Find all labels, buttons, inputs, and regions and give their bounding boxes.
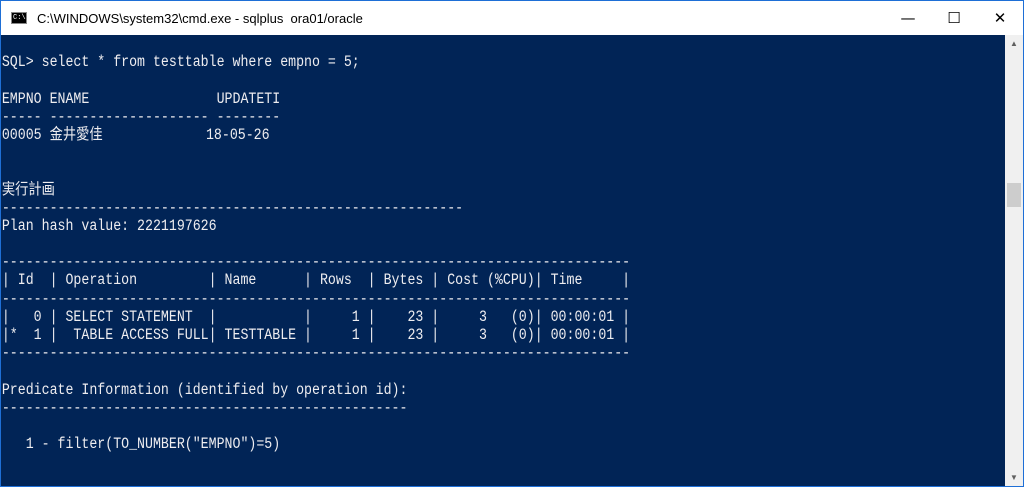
console-line: ----------------------------------------… <box>1 289 631 308</box>
scroll-thumb[interactable] <box>1007 183 1021 207</box>
minimize-button[interactable]: — <box>885 1 931 35</box>
window-controls: — ☐ ✕ <box>885 1 1023 35</box>
console-line: Plan hash value: 2221197626 <box>1 216 217 235</box>
vertical-scrollbar[interactable]: ▲ ▼ <box>1005 35 1023 486</box>
console-line: 00005 金井愛佳 18-05-26 <box>1 125 270 144</box>
maximize-button[interactable]: ☐ <box>931 1 977 35</box>
console-line: ----------------------------------------… <box>1 198 464 217</box>
console-line: |* 1 | TABLE ACCESS FULL| TESTTABLE | 1 … <box>1 326 631 344</box>
close-button[interactable]: ✕ <box>977 1 1023 35</box>
console-output[interactable]: SQL> select * from testtable where empno… <box>1 35 1005 486</box>
title-bar[interactable]: C:\ C:\WINDOWS\system32\cmd.exe - sqlplu… <box>1 1 1023 35</box>
console-text: SQL> select * from testtable where empno… <box>1 35 859 472</box>
console-line: Predicate Information (identified by ope… <box>1 380 408 399</box>
console-line: | 0 | SELECT STATEMENT | | 1 | 23 | 3 (0… <box>1 307 631 326</box>
cmd-window: C:\ C:\WINDOWS\system32\cmd.exe - sqlplu… <box>0 0 1024 487</box>
window-title: C:\WINDOWS\system32\cmd.exe - sqlplus or… <box>37 10 363 26</box>
console-line: 1 - filter(TO_NUMBER("EMPNO")=5) <box>1 435 281 454</box>
cmd-app-icon[interactable]: C:\ <box>11 12 27 24</box>
console-line: | Id | Operation | Name | Rows | Bytes |… <box>1 271 631 290</box>
console-line: EMPNO ENAME UPDATETI <box>1 89 281 108</box>
console-line: 実行計画 <box>1 180 55 199</box>
scroll-down-arrow-icon[interactable]: ▼ <box>1005 469 1023 486</box>
cmd-icon-text: C:\ <box>13 14 26 22</box>
console-line: ----------------------------------------… <box>1 253 631 272</box>
console-line: SQL> select * from testtable where empno… <box>1 53 360 72</box>
console-line: ----------------------------------------… <box>1 344 631 363</box>
console-line: ----------------------------------------… <box>1 398 408 417</box>
console-line: ----- -------------------- -------- <box>1 107 281 126</box>
scroll-up-arrow-icon[interactable]: ▲ <box>1005 35 1023 52</box>
